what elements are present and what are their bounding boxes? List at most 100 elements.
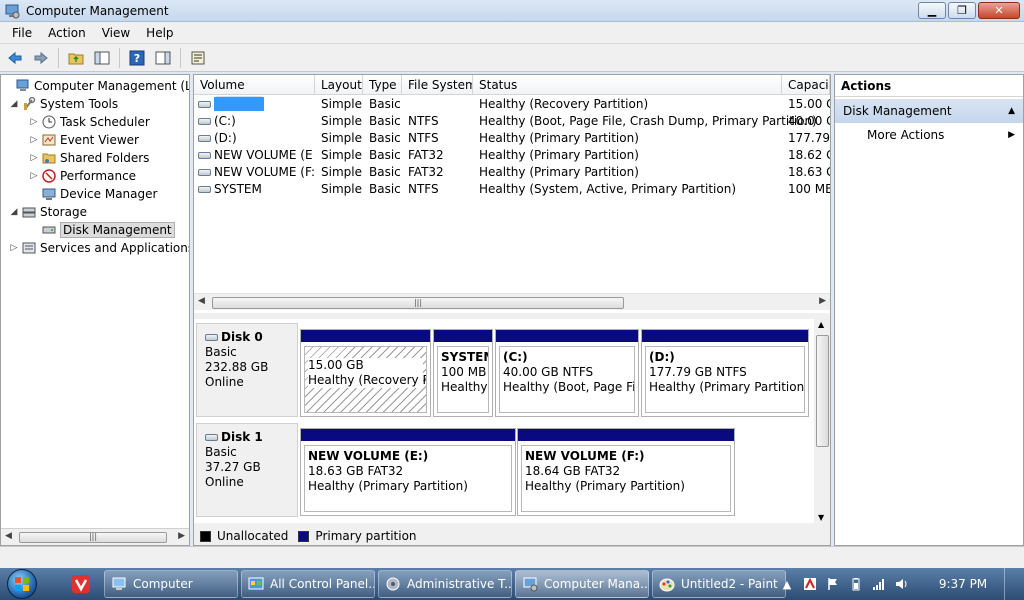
task-paint[interactable]: Untitled2 - Paint <box>652 570 786 598</box>
volume-list-horizontal-scrollbar[interactable]: ◀ ||| ▶ <box>194 293 830 310</box>
volume-name: (C:) <box>214 114 236 128</box>
disk-1-label[interactable]: Disk 1 Basic 37.27 GB Online <box>196 423 298 517</box>
back-arrow-icon <box>8 51 22 64</box>
partition-d[interactable]: (D:) 177.79 GB NTFS Healthy (Primary Par… <box>641 329 809 417</box>
computer-management-icon <box>15 78 31 94</box>
tree-horizontal-scrollbar[interactable]: ◀ ||| ▶ <box>1 528 189 545</box>
menu-help[interactable]: Help <box>138 26 181 40</box>
system-tools-icon <box>21 96 37 112</box>
up-folder-button[interactable] <box>65 47 87 69</box>
clock[interactable]: 9:37 PM <box>933 577 993 591</box>
close-button[interactable]: ✕ <box>978 2 1020 19</box>
expand-arrow-icon[interactable]: ▷ <box>29 171 39 181</box>
battery-icon[interactable] <box>848 576 864 592</box>
pinned-vivaldi-button[interactable] <box>68 571 94 597</box>
help-button[interactable]: ? <box>126 47 148 69</box>
disk-0-label[interactable]: Disk 0 Basic 232.88 GB Online <box>196 323 298 417</box>
scrollbar-thumb[interactable] <box>816 335 829 447</box>
tree-item-performance[interactable]: ▷ Performance <box>29 167 137 185</box>
table-row[interactable]: (C:) Simple Basic NTFS Healthy (Boot, Pa… <box>194 113 830 130</box>
expand-arrow-icon[interactable]: ▷ <box>9 243 19 253</box>
scrollbar-thumb[interactable]: ||| <box>212 297 624 309</box>
scroll-right-icon[interactable]: ▶ <box>819 296 826 306</box>
tree-item-label: Task Scheduler <box>60 115 150 129</box>
scroll-up-icon[interactable]: ▲ <box>818 320 824 329</box>
menu-action[interactable]: Action <box>40 26 94 40</box>
network-signal-icon[interactable] <box>871 576 887 592</box>
tree-item-shared-folders[interactable]: ▷ Shared Folders <box>29 149 150 167</box>
expand-arrow-icon[interactable]: ▷ <box>29 153 39 163</box>
column-header-volume[interactable]: Volume <box>194 75 315 95</box>
menu-file[interactable]: File <box>4 26 40 40</box>
back-button[interactable] <box>4 47 26 69</box>
partition-f[interactable]: NEW VOLUME (F:) 18.64 GB FAT32 Healthy (… <box>517 428 735 516</box>
start-button[interactable] <box>0 568 44 600</box>
legend: Unallocated Primary partition <box>194 527 830 545</box>
expand-arrow-icon[interactable]: ▷ <box>29 135 39 145</box>
table-row[interactable]: SYSTEM Simple Basic NTFS Healthy (System… <box>194 181 830 198</box>
properties-button[interactable] <box>187 47 209 69</box>
antivirus-icon[interactable] <box>802 576 818 592</box>
partition-size: 18.64 GB FAT32 <box>525 464 621 478</box>
partition-name: NEW VOLUME (E:) <box>308 449 429 463</box>
tree-item-event-viewer[interactable]: ▷ Event Viewer <box>29 131 139 149</box>
show-hidden-icons-button[interactable]: ▲ <box>779 576 795 592</box>
disk-map-vertical-scrollbar[interactable]: ▲ ▼ <box>815 319 830 523</box>
fs-cell: FAT32 <box>408 148 444 162</box>
menu-view[interactable]: View <box>94 26 138 40</box>
scroll-left-icon[interactable]: ◀ <box>5 531 12 541</box>
task-computer-management[interactable]: Computer Mana... <box>515 570 649 598</box>
scroll-down-icon[interactable]: ▼ <box>818 513 824 522</box>
scroll-left-icon[interactable]: ◀ <box>198 296 205 306</box>
tree-item-disk-management[interactable]: Disk Management <box>29 221 175 239</box>
column-header-layout[interactable]: Layout <box>315 75 363 95</box>
show-hide-action-pane-button[interactable] <box>152 47 174 69</box>
table-row[interactable]: █████ Simple Basic Healthy (Recovery Par… <box>194 96 830 113</box>
show-hide-tree-button[interactable] <box>91 47 113 69</box>
show-desktop-button[interactable] <box>1004 568 1016 600</box>
collapse-arrow-icon[interactable]: ◢ <box>9 207 19 217</box>
partition-name: SYSTEM <box>441 350 488 364</box>
tree-item-system-tools[interactable]: ◢ System Tools <box>9 95 118 113</box>
scroll-right-icon[interactable]: ▶ <box>178 531 185 541</box>
column-header-capacity[interactable]: Capacit <box>782 75 830 95</box>
forward-button[interactable] <box>30 47 52 69</box>
column-header-status[interactable]: Status <box>473 75 782 95</box>
task-control-panel[interactable]: All Control Panel... <box>241 570 375 598</box>
disk-size: 232.88 GB <box>205 360 269 374</box>
tree-item-task-scheduler[interactable]: ▷ Task Scheduler <box>29 113 150 131</box>
task-computer[interactable]: Computer <box>104 570 238 598</box>
partition-name: (D:) <box>649 350 675 364</box>
minimize-button[interactable]: ▁ <box>918 2 946 19</box>
scrollbar-thumb[interactable]: ||| <box>19 532 167 543</box>
toolbar-separator <box>180 47 181 68</box>
column-header-type[interactable]: Type <box>363 75 402 95</box>
tree-item-services-and-applications[interactable]: ▷ Services and Applications <box>9 239 189 257</box>
collapse-arrow-icon[interactable]: ◢ <box>9 99 19 109</box>
console-tree: Computer Management (Local ◢ System Tool… <box>0 74 190 546</box>
console-tree-icon <box>94 51 110 64</box>
folder-up-icon <box>68 53 84 64</box>
partition-recovery[interactable]: 15.00 GB Healthy (Recovery Par <box>300 329 431 417</box>
actions-section-disk-management[interactable]: Disk Management ▲ <box>835 99 1023 123</box>
action-center-flag-icon[interactable] <box>825 576 841 592</box>
tree-item-computer-management[interactable]: Computer Management (Local <box>3 77 189 95</box>
capacity-cell: 177.79 G <box>788 131 830 145</box>
tree-item-storage[interactable]: ◢ Storage <box>9 203 87 221</box>
partition-e[interactable]: NEW VOLUME (E:) 18.63 GB FAT32 Healthy (… <box>300 428 516 516</box>
collapse-up-icon[interactable]: ▲ <box>1008 99 1015 123</box>
partition-c[interactable]: (C:) 40.00 GB NTFS Healthy (Boot, Page F… <box>495 329 639 417</box>
table-row[interactable]: (D:) Simple Basic NTFS Healthy (Primary … <box>194 130 830 147</box>
more-actions[interactable]: More Actions ▶ <box>835 123 1023 147</box>
table-row[interactable]: NEW VOLUME (E:) Simple Basic FAT32 Healt… <box>194 147 830 164</box>
type-cell: Basic <box>369 97 401 111</box>
restore-button[interactable]: ❐ <box>948 2 976 19</box>
partition-system[interactable]: SYSTEM 100 MB N Healthy ( <box>433 329 493 417</box>
task-administrative-tools[interactable]: Administrative T... <box>378 570 512 598</box>
tree-item-device-manager[interactable]: Device Manager <box>29 185 157 203</box>
volume-speaker-icon[interactable] <box>894 576 910 592</box>
expand-arrow-icon[interactable]: ▷ <box>29 117 39 127</box>
partition-name: (C:) <box>503 350 528 364</box>
table-row[interactable]: NEW VOLUME (F:) Simple Basic FAT32 Healt… <box>194 164 830 181</box>
column-header-file-system[interactable]: File System <box>402 75 473 95</box>
